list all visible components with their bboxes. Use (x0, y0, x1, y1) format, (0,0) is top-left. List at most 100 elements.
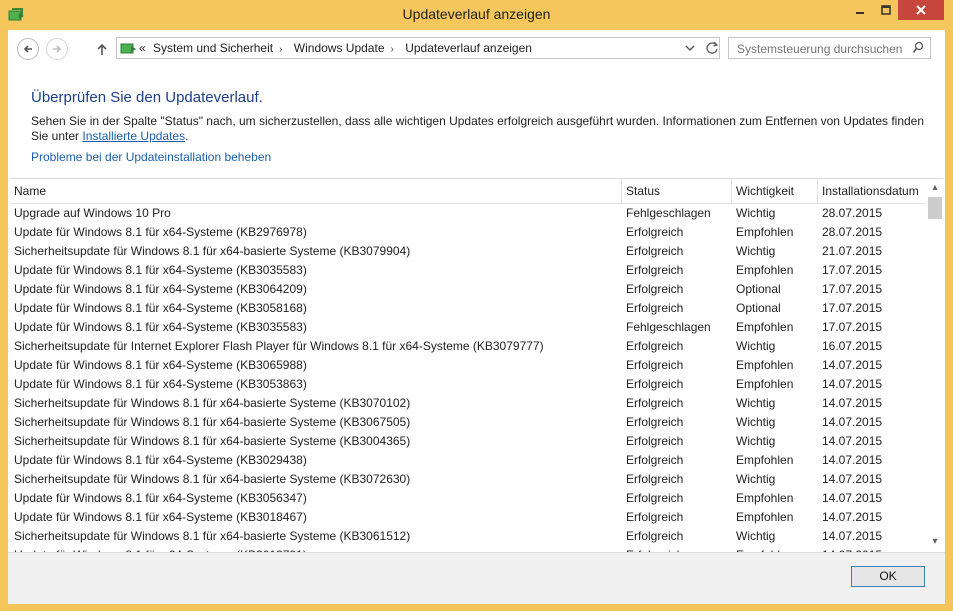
ok-button[interactable]: OK (851, 566, 925, 587)
column-header-name[interactable]: Name (10, 179, 622, 203)
table-row[interactable]: Sicherheitsupdate für Windows 8.1 für x6… (10, 413, 926, 432)
table-row[interactable]: Sicherheitsupdate für Internet Explorer … (10, 337, 926, 356)
chevron-right-icon[interactable]: › (391, 44, 394, 55)
cell-name: Sicherheitsupdate für Windows 8.1 für x6… (14, 529, 411, 543)
cell-importance: Empfohlen (736, 453, 794, 467)
table-row[interactable]: Update für Windows 8.1 für x64-Systeme (… (10, 489, 926, 508)
forward-arrow-icon (53, 45, 62, 53)
cell-status: Fehlgeschlagen (626, 320, 711, 334)
cell-status: Erfolgreich (626, 282, 684, 296)
column-header-status[interactable]: Status (622, 179, 732, 203)
minimize-button[interactable] (846, 0, 874, 20)
table-row[interactable]: Update für Windows 8.1 für x64-Systeme (… (10, 508, 926, 527)
breadcrumb-item-windows-update[interactable]: Windows Update (294, 41, 385, 55)
cell-date: 28.07.2015 (822, 206, 883, 220)
cell-importance: Wichtig (736, 434, 776, 448)
cell-status: Erfolgreich (626, 510, 684, 524)
installed-updates-link[interactable]: Installierte Updates (82, 129, 185, 143)
breadcrumb-overflow[interactable]: « (139, 41, 146, 55)
table-row[interactable]: Upgrade auf Windows 10 Pro Fehlgeschlagen… (10, 204, 926, 223)
cell-name: Update für Windows 8.1 für x64-Systeme (… (14, 377, 307, 391)
cell-date: 14.07.2015 (822, 453, 883, 467)
table-row[interactable]: Sicherheitsupdate für Windows 8.1 für x6… (10, 394, 926, 413)
table-row[interactable]: Sicherheitsupdate für Windows 8.1 für x6… (10, 470, 926, 489)
cell-status: Erfolgreich (626, 415, 684, 429)
cell-date: 14.07.2015 (822, 472, 883, 486)
cell-importance: Wichtig (736, 472, 776, 486)
cell-name: Sicherheitsupdate für Windows 8.1 für x6… (14, 396, 411, 410)
breadcrumb-item-system-security[interactable]: System und Sicherheit (153, 41, 273, 55)
forward-button[interactable] (46, 38, 68, 60)
cell-status: Erfolgreich (626, 244, 684, 258)
cell-name: Update für Windows 8.1 für x64-Systeme (… (14, 320, 307, 334)
address-bar[interactable]: « System und Sicherheit › Windows Update ›… (116, 37, 720, 59)
column-header-importance[interactable]: Wichtigkeit (732, 179, 818, 203)
table-row[interactable]: Update für Windows 8.1 für x64-Systeme (… (10, 451, 926, 470)
table-row[interactable]: Update für Windows 8.1 für x64-Systeme (… (10, 318, 926, 337)
cell-importance: Optional (736, 282, 781, 296)
description-text: Sehen Sie in der Spalte "Status" nach, u… (31, 114, 941, 144)
cell-importance: Empfohlen (736, 263, 794, 277)
table-row[interactable]: Update für Windows 8.1 für x64-Systeme (… (10, 356, 926, 375)
control-panel-icon (120, 43, 136, 54)
up-button[interactable] (94, 38, 110, 60)
cell-importance: Empfohlen (736, 377, 794, 391)
description-end: . (185, 129, 189, 143)
title-bar[interactable]: Updateverlauf anzeigen (0, 0, 953, 30)
cell-name: Update für Windows 8.1 für x64-Systeme (… (14, 510, 307, 524)
table-row[interactable]: Update für Windows 8.1 für x64-Systeme (… (10, 223, 926, 242)
cell-date: 17.07.2015 (822, 263, 883, 277)
cell-date: 21.07.2015 (822, 244, 883, 258)
table-row[interactable]: Update für Windows 8.1 für x64-Systeme (… (10, 280, 926, 299)
cell-date: 28.07.2015 (822, 225, 883, 239)
cell-name: Update für Windows 8.1 für x64-Systeme (… (14, 282, 307, 296)
cell-status: Erfolgreich (626, 491, 684, 505)
back-button[interactable] (17, 38, 39, 60)
cell-importance: Optional (736, 301, 781, 315)
table-body: Upgrade auf Windows 10 Pro Fehlgeschlagen… (10, 204, 926, 553)
window-title: Updateverlauf anzeigen (402, 6, 551, 22)
refresh-icon[interactable] (704, 40, 720, 56)
scroll-up-icon[interactable]: ▴ (930, 183, 940, 193)
table-row[interactable]: Sicherheitsupdate für Windows 8.1 für x6… (10, 432, 926, 451)
table-row[interactable]: Update für Windows 8.1 für x64-Systeme (… (10, 375, 926, 394)
troubleshoot-link[interactable]: Probleme bei der Updateinstallation behe… (31, 150, 271, 164)
page-title: Überprüfen Sie den Updateverlauf. (31, 89, 263, 106)
cell-importance: Empfohlen (736, 510, 794, 524)
cell-status: Erfolgreich (626, 396, 684, 410)
column-header-date-label: Installationsdatum (822, 184, 919, 198)
search-box[interactable] (728, 37, 931, 59)
up-arrow-icon (97, 43, 107, 55)
scrollbar-thumb[interactable] (928, 197, 942, 219)
cell-status: Erfolgreich (626, 225, 684, 239)
search-input[interactable] (735, 40, 909, 58)
window-content: « System und Sicherheit › Windows Update ›… (8, 30, 945, 604)
search-icon[interactable] (912, 41, 924, 55)
maximize-icon (881, 5, 891, 15)
maximize-button[interactable] (872, 0, 900, 20)
footer-bar: OK (8, 552, 945, 604)
cell-status: Erfolgreich (626, 263, 684, 277)
cell-name: Update für Windows 8.1 für x64-Systeme (… (14, 358, 307, 372)
table-row[interactable]: Update für Windows 8.1 für x64-Systeme (… (10, 299, 926, 318)
table-row[interactable]: Sicherheitsupdate für Windows 8.1 für x6… (10, 242, 926, 261)
cell-importance: Wichtig (736, 529, 776, 543)
breadcrumb-item-update-history[interactable]: Updateverlauf anzeigen (405, 41, 532, 55)
column-header-date[interactable]: Installationsdatumˇ (818, 179, 926, 203)
cell-date: 14.07.2015 (822, 396, 883, 410)
table-row[interactable]: Update für Windows 8.1 für x64-Systeme (… (10, 261, 926, 280)
close-button[interactable] (898, 0, 944, 20)
cell-date: 17.07.2015 (822, 320, 883, 334)
cell-date: 14.07.2015 (822, 358, 883, 372)
table-row[interactable]: Sicherheitsupdate für Windows 8.1 für x6… (10, 527, 926, 546)
chevron-right-icon[interactable]: › (279, 44, 282, 55)
cell-status: Erfolgreich (626, 358, 684, 372)
update-history-list[interactable]: Name Status Wichtigkeit Installationsdat… (10, 178, 943, 553)
vertical-scrollbar[interactable]: ▴ ▾ (927, 179, 943, 553)
cell-status: Erfolgreich (626, 339, 684, 353)
scroll-down-icon[interactable]: ▾ (930, 537, 940, 547)
cell-name: Update für Windows 8.1 für x64-Systeme (… (14, 263, 307, 277)
chevron-down-icon[interactable] (684, 41, 696, 55)
back-arrow-icon (23, 45, 32, 53)
cell-name: Update für Windows 8.1 für x64-Systeme (… (14, 491, 307, 505)
